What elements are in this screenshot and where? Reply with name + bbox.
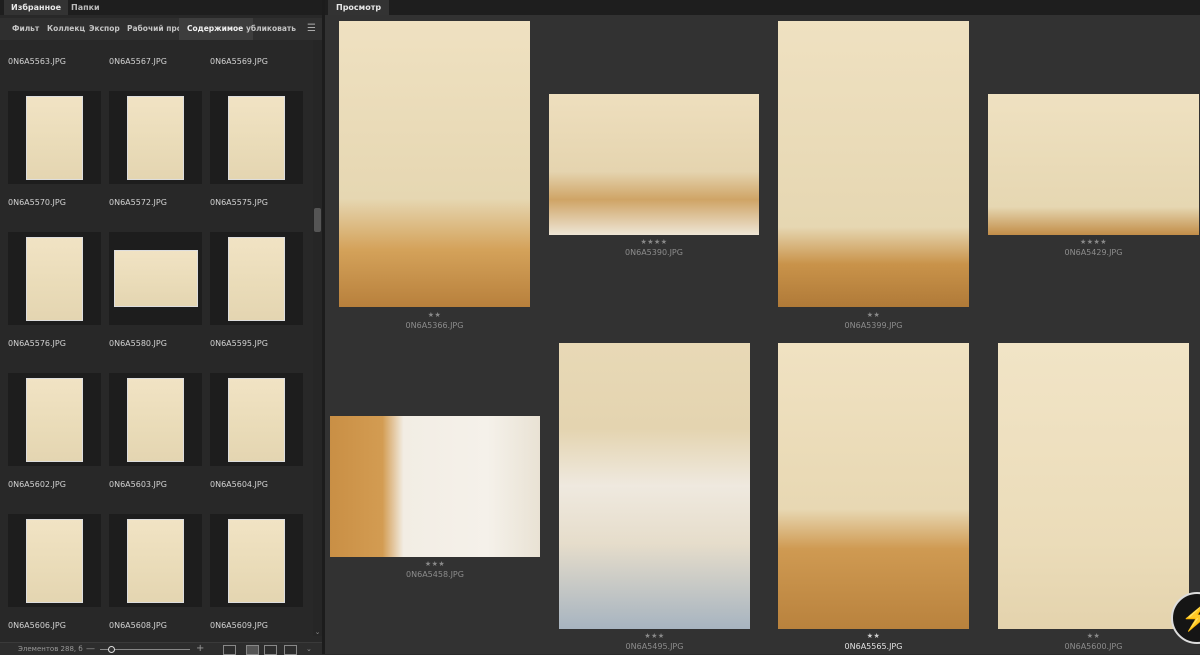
photo-filename: 0N6A5495.JPG — [625, 642, 684, 651]
tab-workspace[interactable]: Рабочий прос — [126, 18, 179, 40]
preview-photo[interactable] — [998, 343, 1189, 629]
panel-bottom-bar: Элементов 288, б — + ⌄ — [0, 642, 322, 655]
thumbnail-image — [127, 378, 184, 462]
photo-filename: 0N6A5565.JPG — [844, 642, 903, 651]
panel-menu-icon[interactable]: ☰ — [307, 18, 316, 40]
thumbnail-cell[interactable] — [210, 514, 303, 607]
thumbnail-cell[interactable] — [109, 514, 202, 607]
rating-stars[interactable]: ★★★ — [330, 560, 540, 568]
view-options-chevron-icon[interactable]: ⌄ — [306, 643, 312, 655]
thumbnail-filename: 0N6A5595.JPG — [210, 339, 268, 348]
thumbnail-filename: 0N6A5563.JPG — [8, 57, 66, 66]
panel-top-tabs: Избранное Папки — [0, 0, 322, 15]
preview-photo[interactable] — [549, 94, 759, 235]
thumbnail-filename: 0N6A5567.JPG — [109, 57, 167, 66]
tab-export[interactable]: Экспор — [88, 18, 121, 40]
photo-filename: 0N6A5429.JPG — [1064, 248, 1123, 257]
thumbnail-filename: 0N6A5609.JPG — [210, 621, 268, 630]
photo-filename: 0N6A5366.JPG — [405, 321, 464, 330]
thumbnail-image — [26, 237, 83, 321]
thumbnail-filename: 0N6A5575.JPG — [210, 198, 268, 207]
thumbnail-image — [127, 96, 184, 180]
photo-filename: 0N6A5390.JPG — [625, 248, 683, 257]
zoom-in-button[interactable]: + — [196, 643, 204, 655]
thumbnail-filename: 0N6A5580.JPG — [109, 339, 167, 348]
preview-tab-bar: Просмотр — [325, 0, 1200, 15]
thumbnail-image — [26, 96, 83, 180]
thumbnail-filename: 0N6A5576.JPG — [8, 339, 66, 348]
tab-filter[interactable]: Фильт — [6, 18, 48, 40]
item-count: Элементов 288, б — [18, 645, 83, 653]
thumbnail-cell[interactable] — [210, 91, 303, 184]
preview-photo[interactable] — [778, 343, 969, 629]
tab-content[interactable]: Содержимое — [179, 18, 253, 40]
thumbnail-cell[interactable] — [210, 232, 303, 325]
panel-sub-tabs: Фильт Коллекц Экспор Рабочий прос Содерж… — [0, 18, 322, 40]
thumbnail-filename: 0N6A5570.JPG — [8, 198, 66, 207]
scrollbar-thumb[interactable] — [314, 208, 321, 232]
preview-photo[interactable] — [988, 94, 1199, 235]
thumbnail-cell[interactable] — [8, 373, 101, 466]
thumbnail-cell[interactable] — [8, 232, 101, 325]
thumbnail-filename: 0N6A5608.JPG — [109, 621, 167, 630]
rating-stars[interactable]: ★★ — [778, 311, 969, 319]
thumbnail-filename: 0N6A5572.JPG — [109, 198, 167, 207]
thumbnail-image — [114, 250, 198, 307]
preview-photo[interactable] — [559, 343, 750, 629]
preview-photo[interactable] — [778, 21, 969, 307]
thumbnail-filename: 0N6A5569.JPG — [210, 57, 268, 66]
tab-collections[interactable]: Коллекц — [46, 18, 85, 40]
rating-stars[interactable]: ★★★ — [559, 632, 750, 640]
photo-filename: 0N6A5600.JPG — [1064, 642, 1123, 651]
photo-filename: 0N6A5399.JPG — [844, 321, 903, 330]
thumbnail-cell[interactable] — [109, 373, 202, 466]
thumbnail-cell[interactable] — [109, 91, 202, 184]
thumbnail-image — [228, 237, 285, 321]
rating-stars[interactable]: ★★ — [339, 311, 530, 319]
thumbnail-filename: 0N6A5603.JPG — [109, 480, 167, 489]
tab-preview[interactable]: Просмотр — [328, 0, 390, 15]
thumbnail-grid: 0N6A5563.JPG 0N6A5567.JPG 0N6A5569.JPG 0… — [0, 40, 313, 636]
rating-stars[interactable]: ★★★★ — [549, 238, 759, 246]
content-panel: Избранное Папки Фильт Коллекц Экспор Раб… — [0, 0, 322, 655]
slider-knob[interactable] — [108, 646, 115, 653]
thumbnail-image — [26, 519, 83, 603]
photo-filename: 0N6A5458.JPG — [406, 570, 464, 579]
thumbnail-cell[interactable] — [8, 514, 101, 607]
rating-stars[interactable]: ★★★★ — [988, 238, 1199, 246]
thumbnail-image — [127, 519, 184, 603]
thumbnail-image — [228, 96, 285, 180]
thumbnail-image — [228, 378, 285, 462]
thumbnail-filename: 0N6A5606.JPG — [8, 621, 66, 630]
thumbnail-filename: 0N6A5604.JPG — [210, 480, 268, 489]
tab-folders[interactable]: Папки — [64, 0, 107, 15]
rating-stars[interactable]: ★★ — [778, 632, 969, 640]
zoom-out-button[interactable]: — — [86, 643, 95, 655]
preview-panel: Просмотр ★★ 0N6A5366.JPG ★★★★ 0N6A5390.J… — [325, 0, 1200, 654]
rating-stars[interactable]: ★★ — [998, 632, 1189, 640]
preview-photo[interactable] — [330, 416, 540, 557]
thumbnail-image — [228, 519, 285, 603]
grid-scrollbar[interactable]: ⌄ — [313, 40, 322, 636]
thumbnail-filename: 0N6A5602.JPG — [8, 480, 66, 489]
thumbnail-cell[interactable] — [109, 232, 202, 325]
chevron-down-icon[interactable]: ⌄ — [314, 628, 321, 636]
tab-publish[interactable]: убликовать — [244, 18, 296, 40]
thumbnail-cell[interactable] — [8, 91, 101, 184]
tab-favorites[interactable]: Избранное — [4, 0, 69, 15]
thumbnail-cell[interactable] — [210, 373, 303, 466]
preview-photo[interactable] — [339, 21, 530, 307]
thumbnail-image — [26, 378, 83, 462]
